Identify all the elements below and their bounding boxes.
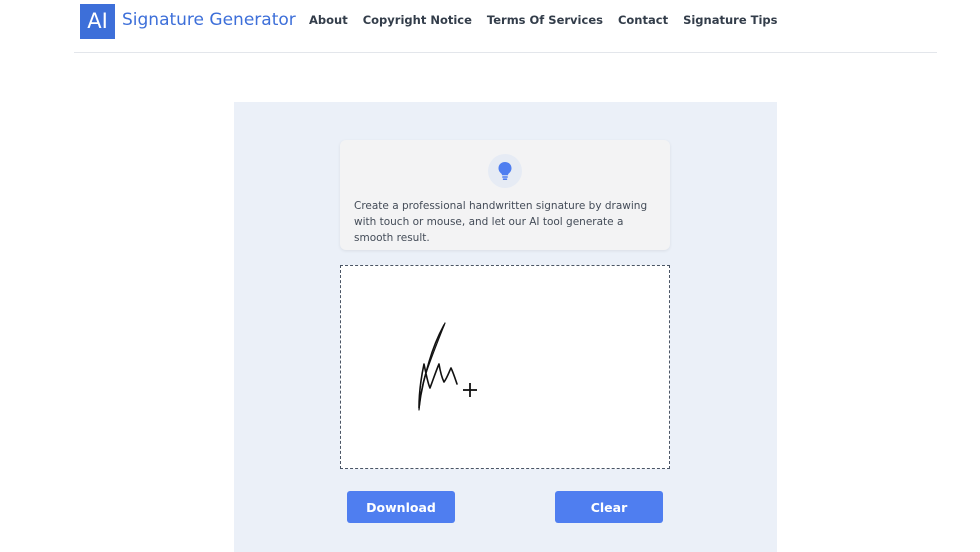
site-title[interactable]: Signature Generator: [122, 8, 296, 32]
nav-terms-of-services[interactable]: Terms Of Services: [487, 12, 603, 28]
main-nav: About Copyright Notice Terms Of Services…: [309, 12, 778, 28]
nav-signature-tips[interactable]: Signature Tips: [683, 12, 777, 28]
nav-contact[interactable]: Contact: [618, 12, 668, 28]
site-header: AI Signature Generator About Copyright N…: [74, 0, 937, 53]
info-description: Create a professional handwritten signat…: [354, 200, 648, 244]
signature-canvas[interactable]: [340, 265, 670, 469]
nav-about[interactable]: About: [309, 12, 348, 28]
info-card: Create a professional handwritten signat…: [340, 140, 670, 250]
crosshair-cursor-icon: [463, 383, 477, 397]
nav-copyright-notice[interactable]: Copyright Notice: [363, 12, 472, 28]
lightbulb-icon: [488, 154, 522, 188]
download-button[interactable]: Download: [347, 491, 455, 523]
signature-panel: Create a professional handwritten signat…: [234, 102, 777, 552]
clear-button[interactable]: Clear: [555, 491, 663, 523]
logo-badge[interactable]: AI: [80, 4, 115, 39]
